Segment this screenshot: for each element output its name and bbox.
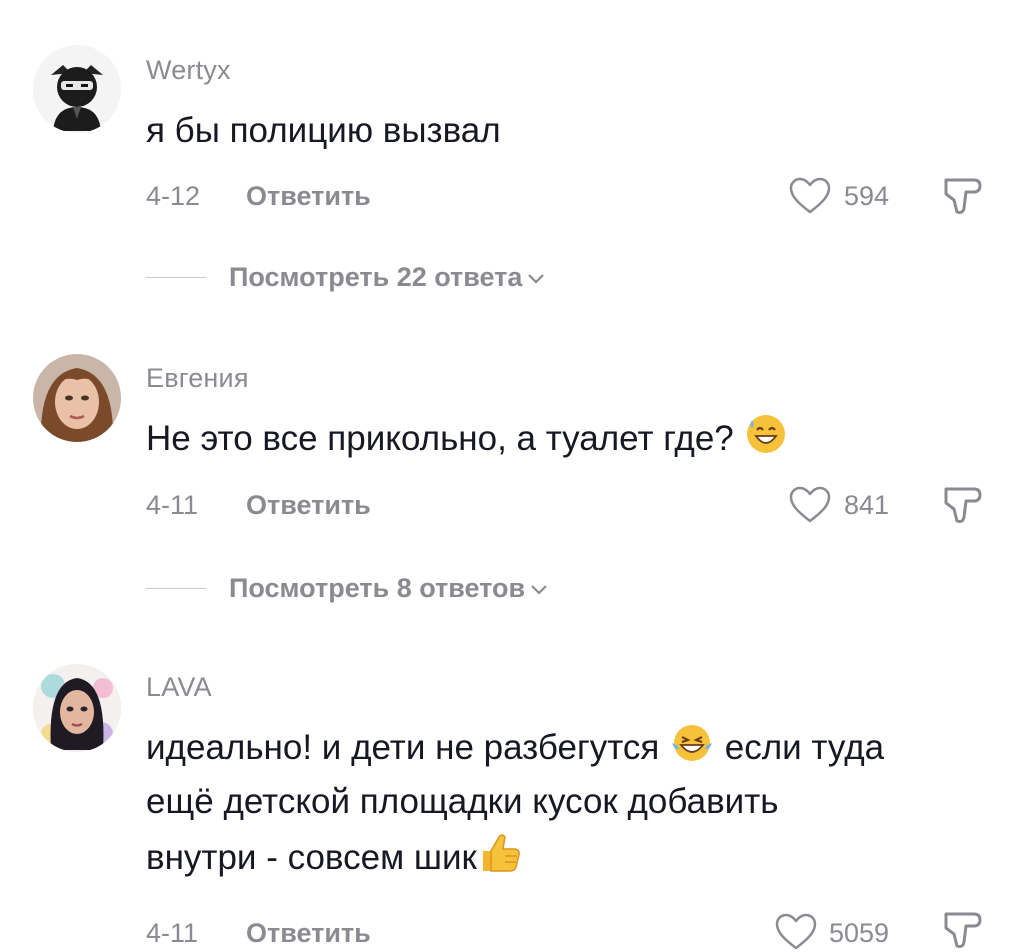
- comment-text-line: идеально! и дети не разбегутся если туда: [146, 721, 996, 775]
- avatar[interactable]: [33, 354, 121, 442]
- comment-date: 4-11: [146, 490, 199, 520]
- view-replies-label: Посмотреть 8 ответов: [229, 573, 526, 603]
- comment-text: Не это все прикольно, а туалет где?: [146, 412, 996, 466]
- heart-icon[interactable]: [788, 485, 832, 525]
- comment-text-content: Не это все прикольно, а туалет где?: [146, 419, 734, 458]
- chevron-down-icon: [531, 585, 547, 595]
- thumbs-down-icon[interactable]: [940, 483, 984, 527]
- reply-button[interactable]: Ответить: [246, 918, 371, 949]
- comment-username[interactable]: Wertyx: [146, 55, 231, 86]
- reply-button[interactable]: Ответить: [246, 490, 371, 521]
- comment-text-content: внутри - совсем шик: [146, 838, 477, 877]
- comment-date: 4-11: [146, 918, 199, 948]
- comment-text: идеально! и дети не разбегутся если туда…: [146, 721, 996, 885]
- heart-icon[interactable]: [774, 912, 818, 952]
- like-count: 841: [844, 490, 890, 520]
- view-replies-label: Посмотреть 22 ответа: [229, 262, 523, 292]
- comment-username[interactable]: Евгения: [146, 363, 249, 394]
- comment-username[interactable]: LAVA: [146, 672, 212, 703]
- thumbs-down-icon[interactable]: [940, 908, 984, 952]
- comment-text-line: ещё детской площадки кусок добавить: [146, 782, 779, 821]
- thread-divider: [146, 588, 206, 589]
- comment-text: я бы полицию вызвал: [146, 111, 501, 150]
- view-replies-button[interactable]: Посмотреть 8 ответов: [229, 573, 549, 604]
- thumbs-up-emoji-icon: [482, 834, 520, 872]
- grinning-sweat-emoji-icon: [746, 415, 785, 453]
- tears-of-joy-emoji-icon: [672, 725, 713, 761]
- view-replies-button[interactable]: Посмотреть 22 ответа: [229, 262, 546, 293]
- thread-divider: [146, 277, 206, 278]
- woman-avatar-image: [33, 354, 121, 442]
- comment-text-line: внутри - совсем шик: [146, 829, 996, 885]
- heart-icon[interactable]: [788, 176, 832, 216]
- reply-button[interactable]: Ответить: [246, 181, 371, 212]
- chevron-down-icon: [528, 274, 545, 284]
- artistic-woman-avatar-image: [33, 664, 121, 752]
- like-count: 594: [844, 181, 890, 211]
- ninja-avatar-image: [33, 45, 121, 133]
- avatar[interactable]: [33, 664, 121, 752]
- comment-text-content: если туда: [724, 728, 885, 767]
- comment-date: 4-12: [146, 181, 201, 211]
- avatar[interactable]: [33, 45, 121, 133]
- like-count: 5059: [829, 918, 890, 948]
- thumbs-down-icon[interactable]: [940, 174, 984, 218]
- comment-text-content: идеально! и дети не разбегутся: [146, 728, 660, 767]
